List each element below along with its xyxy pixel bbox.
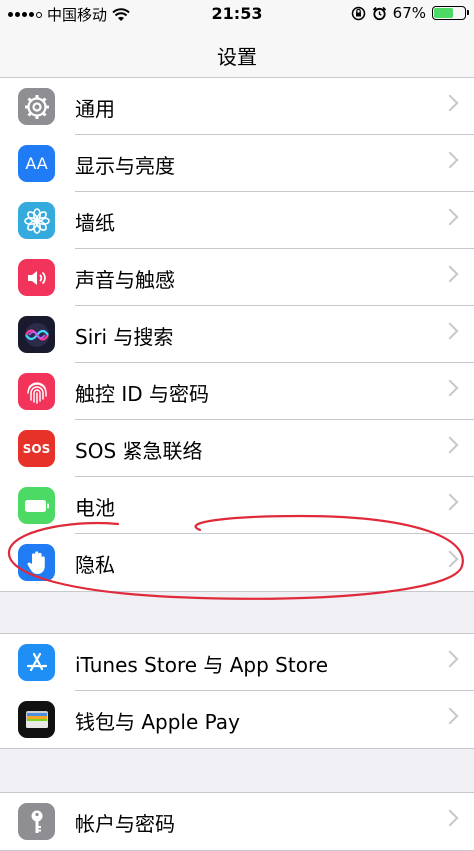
wallpaper-flower-icon bbox=[18, 202, 55, 239]
chevron-right-icon bbox=[441, 379, 459, 397]
page-title: 设置 bbox=[217, 45, 257, 69]
chevron-right-icon bbox=[441, 809, 459, 827]
display-brightness-icon: AA bbox=[18, 145, 55, 182]
row-label: 墙纸 bbox=[75, 211, 115, 235]
settings-row-accounts-passwords[interactable]: 帐户与密码 bbox=[0, 793, 474, 850]
fingerprint-icon bbox=[18, 373, 55, 410]
settings-row-sounds[interactable]: 声音与触感 bbox=[0, 249, 474, 306]
navigation-bar: 设置 bbox=[0, 28, 474, 83]
settings-row-wallpaper[interactable]: 墙纸 bbox=[0, 192, 474, 249]
orientation-lock-icon bbox=[351, 6, 365, 20]
sos-glyph: SOS bbox=[22, 441, 51, 456]
settings-row-battery[interactable]: 电池 bbox=[0, 477, 474, 534]
settings-row-wallet[interactable]: 钱包与 Apple Pay bbox=[0, 691, 474, 748]
chevron-right-icon bbox=[441, 493, 459, 511]
alarm-icon bbox=[372, 6, 386, 20]
battery-icon bbox=[432, 6, 469, 20]
settings-group-2: iTunes Store 与 App Store 钱包与 Apple Pay bbox=[0, 633, 474, 749]
battery-percent: 67% bbox=[392, 4, 426, 22]
row-label: iTunes Store 与 App Store bbox=[75, 653, 329, 677]
settings-row-touch-id[interactable]: 触控 ID 与密码 bbox=[0, 363, 474, 420]
row-label: SOS 紧急联络 bbox=[75, 439, 203, 463]
settings-row-privacy[interactable]: 隐私 bbox=[0, 534, 474, 591]
siri-icon bbox=[18, 316, 55, 353]
settings-group-1: 通用 AA 显示与亮度 墙纸 声音与触感 Siri 与搜索 触控 ID 与密码 … bbox=[0, 77, 474, 592]
battery-icon bbox=[18, 487, 55, 524]
settings-row-general[interactable]: 通用 bbox=[0, 78, 474, 135]
sos-icon: SOS bbox=[18, 430, 55, 467]
wallet-icon bbox=[18, 701, 55, 738]
row-label: 声音与触感 bbox=[75, 268, 175, 292]
chevron-right-icon bbox=[441, 208, 459, 226]
key-icon bbox=[18, 803, 55, 840]
status-bar: 中国移动 21:53 67% bbox=[0, 0, 474, 28]
chevron-right-icon bbox=[441, 436, 459, 454]
battery-fill bbox=[434, 8, 454, 18]
row-label: 隐私 bbox=[75, 553, 115, 577]
status-right: 67% bbox=[351, 4, 469, 22]
settings-row-app-store[interactable]: iTunes Store 与 App Store bbox=[0, 634, 474, 691]
speaker-icon bbox=[18, 259, 55, 296]
aa-glyph: AA bbox=[25, 154, 48, 173]
row-label: 钱包与 Apple Pay bbox=[75, 710, 240, 734]
chevron-right-icon bbox=[441, 322, 459, 340]
gear-icon bbox=[18, 88, 55, 125]
chevron-right-icon bbox=[441, 151, 459, 169]
row-label: 触控 ID 与密码 bbox=[75, 382, 210, 406]
settings-group-3: 帐户与密码 bbox=[0, 792, 474, 851]
row-label: 通用 bbox=[75, 97, 115, 121]
chevron-right-icon bbox=[441, 707, 459, 725]
chevron-right-icon bbox=[441, 550, 459, 568]
chevron-right-icon bbox=[441, 94, 459, 112]
row-label: 电池 bbox=[75, 496, 115, 520]
app-store-icon bbox=[18, 644, 55, 681]
settings-row-sos[interactable]: SOS SOS 紧急联络 bbox=[0, 420, 474, 477]
settings-row-siri[interactable]: Siri 与搜索 bbox=[0, 306, 474, 363]
settings-row-display[interactable]: AA 显示与亮度 bbox=[0, 135, 474, 192]
chevron-right-icon bbox=[441, 650, 459, 668]
row-label: Siri 与搜索 bbox=[75, 325, 174, 349]
hand-icon bbox=[18, 544, 55, 581]
chevron-right-icon bbox=[441, 265, 459, 283]
row-label: 显示与亮度 bbox=[75, 154, 175, 178]
row-label: 帐户与密码 bbox=[75, 812, 175, 836]
